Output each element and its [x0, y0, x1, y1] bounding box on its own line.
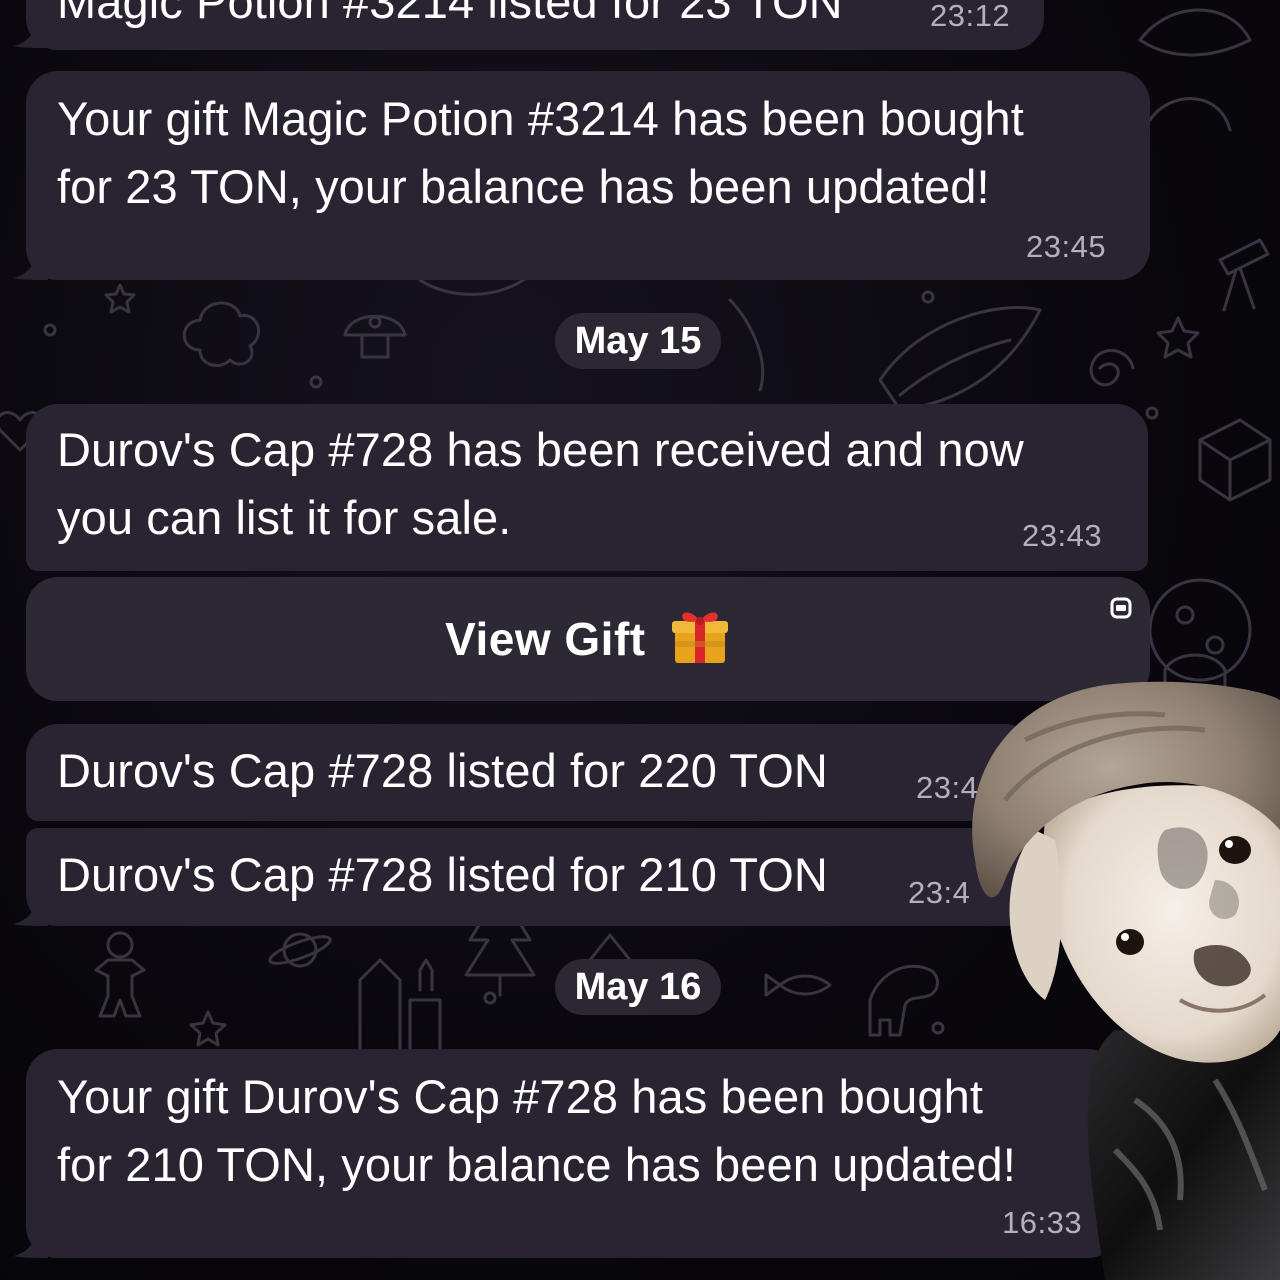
message-bubble: Your gift Magic Potion #3214 has been bo…: [26, 71, 1150, 280]
message-text-line: for 210 TON, your balance has been updat…: [57, 1138, 1016, 1191]
message-text-line: Your gift Magic Potion #3214 has been bo…: [57, 92, 1024, 145]
message-time: 23:4: [908, 875, 971, 910]
message-bubble: Your gift Durov's Cap #728 has been boug…: [26, 1049, 1120, 1258]
message-bubble: Magic Potion #3214 listed for 23 TON 23:…: [26, 0, 1044, 50]
date-separator: May 15: [555, 313, 721, 369]
chat-screen: Magic Potion #3214 listed for 23 TON 23:…: [0, 0, 1280, 1280]
message-text-line: Durov's Cap #728 has been received and n…: [57, 423, 1024, 476]
message-bubble: Durov's Cap #728 has been received and n…: [26, 404, 1148, 571]
message-time: 23:45: [1026, 229, 1107, 264]
date-separator: May 16: [555, 959, 721, 1015]
message-text: Durov's Cap #728 listed for 210 TON: [57, 848, 828, 901]
message-time: 23:12: [930, 0, 1011, 33]
dog-in-cap-sticker: [972, 681, 1280, 1280]
view-gift-text: View Gift: [445, 613, 646, 665]
message-bubble: Durov's Cap #728 listed for 210 TON 23:4: [26, 828, 1036, 926]
gift-box-icon: [671, 612, 728, 663]
message-bubble: Durov's Cap #728 listed for 220 TON 23:4: [26, 724, 1036, 821]
open-link-icon: [1110, 597, 1132, 619]
message-text-line: Your gift Durov's Cap #728 has been boug…: [57, 1070, 983, 1123]
message-text-line: for 23 TON, your balance has been update…: [57, 160, 990, 213]
view-gift-label: View Gift: [26, 605, 1150, 667]
message-text-line: you can list it for sale.: [57, 491, 512, 544]
message-text: Magic Potion #3214 listed for 23 TON: [57, 0, 843, 28]
message-time: 23:43: [1022, 518, 1103, 553]
message-text: Durov's Cap #728 listed for 220 TON: [57, 744, 828, 797]
